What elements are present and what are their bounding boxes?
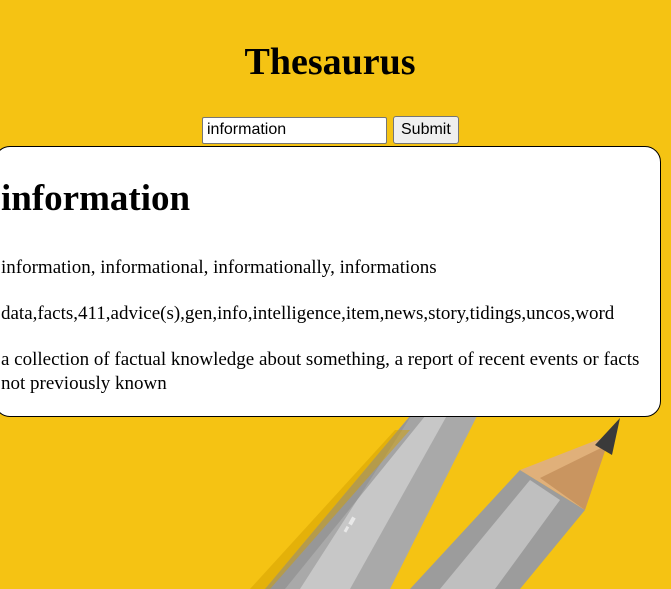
result-word: information xyxy=(1,178,191,219)
page-title: Thesaurus xyxy=(244,41,416,83)
synonyms-list: data,facts,411,advice(s),gen,info,intell… xyxy=(1,303,615,324)
submit-button[interactable]: Submit xyxy=(393,116,459,144)
word-forms: information, informational, informationa… xyxy=(1,257,437,278)
definition-text: a collection of factual knowledge about … xyxy=(1,349,640,394)
search-input[interactable] xyxy=(202,116,387,144)
result-card: information information, informational, … xyxy=(0,146,661,417)
search-form: Submit xyxy=(202,116,459,144)
